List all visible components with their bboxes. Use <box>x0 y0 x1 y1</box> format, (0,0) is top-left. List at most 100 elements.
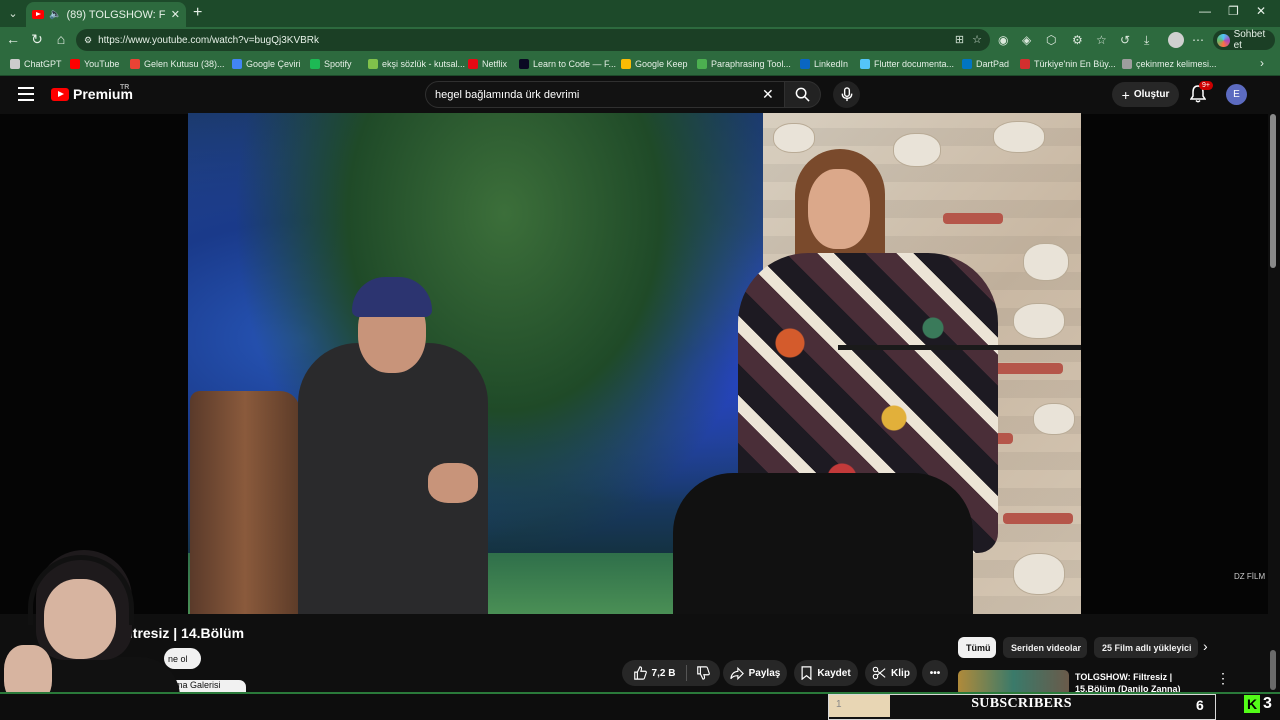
search-input[interactable]: hegel bağlamında ürk devrimi <box>425 81 785 108</box>
bookmark-favicon-icon <box>697 59 707 69</box>
thumbs-up-icon <box>633 666 647 680</box>
address-bar[interactable]: ⚙ https://www.youtube.com/watch?v=bugQj3… <box>76 29 990 51</box>
chevron-right-icon[interactable]: › <box>1203 638 1208 654</box>
page-scrollbar[interactable] <box>1270 114 1276 268</box>
more-vertical-icon[interactable]: ⋮ <box>1216 670 1230 687</box>
bookmark-label: Google Keep <box>635 59 688 69</box>
notification-badge: 9+ <box>1199 81 1213 90</box>
tab-close-icon[interactable]: ✕ <box>171 8 180 21</box>
plus-icon: + <box>1121 86 1130 103</box>
copilot-icon <box>1217 33 1230 47</box>
thumbs-down-icon <box>697 666 710 680</box>
voice-search-button[interactable] <box>833 81 860 108</box>
sidebar-scrollbar[interactable] <box>1270 650 1276 690</box>
filter-chip[interactable]: 25 Film adlı yükleyici <box>1094 637 1198 658</box>
save-button[interactable]: Kaydet <box>794 660 858 686</box>
home-icon[interactable]: ⌂ <box>52 31 70 47</box>
favorites-icon[interactable]: ☆ <box>1096 33 1107 47</box>
copilot-button[interactable]: Sohbet et <box>1213 29 1275 51</box>
bookmark-favicon-icon <box>1122 59 1132 69</box>
bookmark-item[interactable]: Google Çeviri <box>232 56 301 72</box>
bookmark-item[interactable]: DartPad <box>962 56 1009 72</box>
more-horizontal-icon: ••• <box>929 667 941 679</box>
clear-search-icon[interactable]: ✕ <box>762 86 774 103</box>
minimize-icon[interactable]: — <box>1199 4 1211 18</box>
bookmark-favicon-icon <box>310 59 320 69</box>
subscriber-goal-label: SUBSCRIBERS <box>971 696 1072 711</box>
copilot-label: Sohbet et <box>1233 29 1266 51</box>
close-window-icon[interactable]: ✕ <box>1256 4 1266 18</box>
create-label: Oluştur <box>1133 89 1170 100</box>
bookmark-item[interactable]: Flutter documenta... <box>860 56 954 72</box>
new-tab-button[interactable]: + <box>193 4 202 22</box>
app-install-icon[interactable]: ⊞ <box>955 33 964 46</box>
bookmark-item[interactable]: Gelen Kutusu (38)... <box>130 56 225 72</box>
back-icon[interactable]: ← <box>4 31 22 47</box>
mute-icon[interactable]: 🔈 <box>49 9 61 20</box>
bookmark-star-icon[interactable]: ☆ <box>972 33 982 46</box>
like-count: 7,2 B <box>651 667 676 679</box>
video-frame[interactable] <box>188 113 1081 614</box>
bookmark-label: ekşi sözlük - kutsal... <box>382 59 466 69</box>
youtube-premium-logo[interactable]: Premium TR <box>51 84 133 102</box>
bookmark-item[interactable]: ekşi sözlük - kutsal... <box>368 56 465 72</box>
profile-avatar[interactable] <box>1168 32 1184 48</box>
viewer-count: 3 <box>1263 695 1272 712</box>
reload-icon[interactable]: ↻ <box>28 31 46 48</box>
bookmark-item[interactable]: Spotify <box>310 56 352 72</box>
filter-chip[interactable]: Seriden videolar <box>1003 637 1087 658</box>
extension-icon[interactable]: ◈ <box>1022 33 1031 47</box>
restore-icon[interactable]: ❐ <box>1228 4 1239 18</box>
guest-figure <box>673 143 1033 614</box>
filter-chip[interactable]: Tümü <box>958 637 996 658</box>
search-button[interactable] <box>785 81 821 108</box>
like-button[interactable]: 7,2 B <box>622 660 686 686</box>
bookmark-item[interactable]: çekinmez kelimesi... <box>1122 56 1217 72</box>
bookmark-item[interactable]: Paraphrasing Tool... <box>697 56 791 72</box>
menu-icon[interactable]: ⋯ <box>1192 33 1204 47</box>
share-button[interactable]: Paylaş <box>723 660 787 686</box>
bookmark-item[interactable]: ChatGPT <box>10 56 62 72</box>
bookmark-item[interactable]: Learn to Code — F... <box>519 56 616 72</box>
account-avatar[interactable]: E <box>1226 84 1247 105</box>
bookmark-label: Türkiye'nin En Büy... <box>1034 59 1116 69</box>
clip-button[interactable]: Klip <box>865 660 917 686</box>
bookmark-item[interactable]: LinkedIn <box>800 56 848 72</box>
bookmark-item[interactable]: Türkiye'nin En Büy... <box>1020 56 1116 72</box>
downloads-icon[interactable]: ⤓ <box>1144 33 1149 48</box>
create-button[interactable]: + Oluştur <box>1112 82 1179 107</box>
bookmark-label: Gelen Kutusu (38)... <box>144 59 225 69</box>
tab-list-icon[interactable]: ⌄ <box>4 4 22 22</box>
extension-icon[interactable]: ◉ <box>998 33 1008 47</box>
bookmark-label: Google Çeviri <box>246 59 301 69</box>
bookmarks-overflow-icon[interactable]: › <box>1260 56 1264 70</box>
subscriber-count: 1 <box>836 699 842 710</box>
browser-tab-active[interactable]: 🔈 (89) TOLGSHOW: Filtresiz | 14. ✕ <box>26 2 186 27</box>
site-info-icon[interactable]: ⚙ <box>84 35 92 46</box>
bookmark-favicon-icon <box>232 59 242 69</box>
extension-icon[interactable]: ⬡ <box>1046 33 1056 47</box>
share-icon <box>729 666 744 680</box>
bookmark-item[interactable]: Netflix <box>468 56 507 72</box>
youtube-logo-icon <box>51 87 69 101</box>
bookmark-favicon-icon <box>800 59 810 69</box>
bookmark-favicon-icon <box>70 59 80 69</box>
extension-icon[interactable]: ⚙ <box>1072 33 1083 47</box>
clip-label: Klip <box>891 667 910 679</box>
bookmark-favicon-icon <box>1020 59 1030 69</box>
bookmark-favicon-icon <box>368 59 378 69</box>
kick-viewers: K 3 <box>1244 695 1272 713</box>
tab-title: (89) TOLGSHOW: Filtresiz | 14. <box>66 8 166 21</box>
microphone-stand <box>838 345 1081 350</box>
menu-icon[interactable] <box>18 87 34 105</box>
history-icon[interactable]: ↺ <box>1120 33 1130 47</box>
bookmark-label: çekinmez kelimesi... <box>1136 59 1217 69</box>
bookmark-label: Netflix <box>482 59 508 69</box>
host-figure <box>278 263 508 614</box>
dislike-button[interactable] <box>688 660 718 686</box>
bookmark-item[interactable]: YouTube <box>70 56 119 72</box>
save-label: Kaydet <box>817 667 851 679</box>
bookmark-item[interactable]: Google Keep <box>621 56 688 72</box>
more-actions-button[interactable]: ••• <box>922 660 948 686</box>
channel-watermark: DZ FİLM <box>1234 572 1266 581</box>
